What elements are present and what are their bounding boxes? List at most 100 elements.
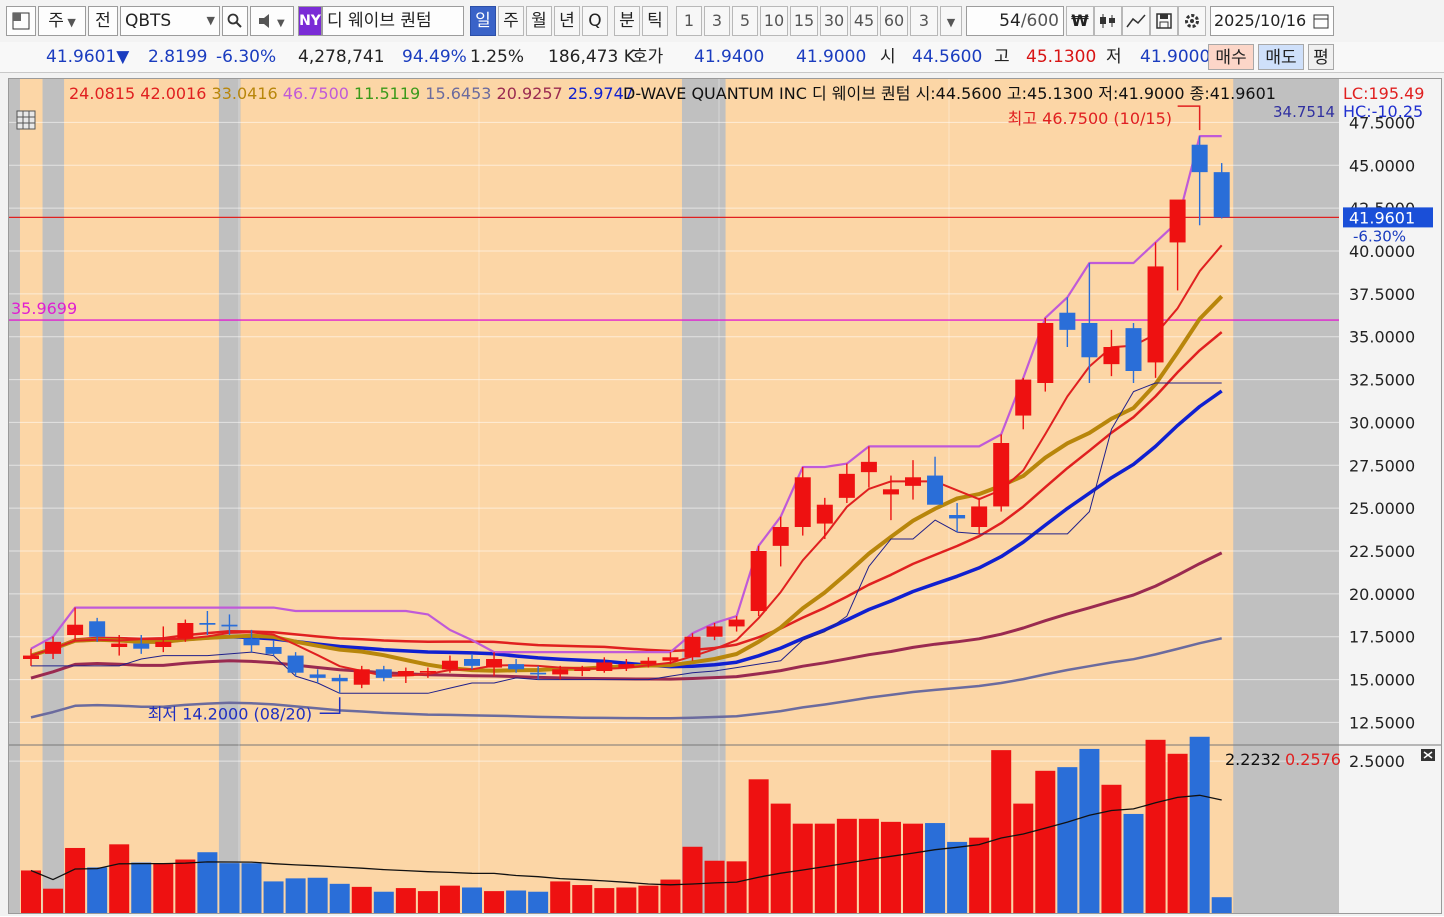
symbol-input[interactable]: QBTS ▼ xyxy=(120,6,220,36)
session-band xyxy=(483,79,506,913)
interval-5[interactable]: 5 xyxy=(732,6,758,36)
interval-60[interactable]: 60 xyxy=(880,6,908,36)
candle-body xyxy=(1191,144,1208,173)
candle-body xyxy=(486,659,503,668)
currency-icon[interactable]: ₩ xyxy=(1066,6,1094,36)
tab-yearly[interactable]: 년 xyxy=(554,6,580,36)
save-icon[interactable] xyxy=(1150,6,1178,36)
volume-bar xyxy=(153,863,174,913)
tab-monthly[interactable]: 월 xyxy=(526,6,552,36)
volume-bar xyxy=(65,847,86,913)
candle-body xyxy=(706,626,723,637)
volume-bar xyxy=(836,818,857,913)
evaluate-button[interactable]: 평 xyxy=(1308,44,1334,70)
session-band xyxy=(372,79,396,913)
date-value: 2025/10/16 xyxy=(1214,11,1307,30)
chart-title: D-WAVE QUANTUM INC 디 웨이브 퀀텀 시:44.5600 고:… xyxy=(623,84,1276,103)
y-tick-label: 12.5000 xyxy=(1349,713,1415,732)
interval-45[interactable]: 45 xyxy=(850,6,878,36)
interval-10[interactable]: 10 xyxy=(760,6,788,36)
stock-name-field[interactable]: 디 웨이브 퀀텀 xyxy=(322,6,464,36)
session-band xyxy=(394,79,418,913)
tab-tick[interactable]: 틱 xyxy=(642,6,668,36)
session-band xyxy=(637,79,660,913)
candle-body xyxy=(1037,323,1054,383)
volume-bar xyxy=(748,779,769,913)
change-percent: -6.30% xyxy=(216,47,277,67)
bid-price: 41.9400 xyxy=(694,47,765,67)
volume-bar xyxy=(351,886,372,913)
exchange-badge: NY xyxy=(298,6,322,36)
date-input[interactable]: 2025/10/16 xyxy=(1210,6,1334,36)
current-price: 41.9601▼ xyxy=(46,47,130,67)
ma-value: 46.7500 xyxy=(278,84,349,103)
y-tick-label: 15.0000 xyxy=(1349,671,1415,690)
y-tick-label: 30.0000 xyxy=(1349,413,1415,432)
session-band xyxy=(571,79,594,913)
candle-body xyxy=(882,489,899,495)
period-select[interactable]: 주 ▼ xyxy=(38,6,86,36)
y-tick-label: 35.0000 xyxy=(1349,328,1415,347)
candle-body xyxy=(640,660,657,665)
price-change: 2.8199 xyxy=(148,47,208,67)
y-tick-label: 45.0000 xyxy=(1349,156,1415,175)
y-tick-label: 22.5000 xyxy=(1349,542,1415,561)
volume-bar xyxy=(175,859,196,913)
interval-3[interactable]: 3 xyxy=(704,6,730,36)
count-input[interactable]: 54/600 xyxy=(966,6,1064,36)
session-band xyxy=(416,79,440,913)
layout-icon[interactable] xyxy=(6,6,36,36)
tab-weekly[interactable]: 주 xyxy=(498,6,524,36)
candle-body xyxy=(67,624,84,635)
candle-body xyxy=(1213,172,1230,218)
volume-bar xyxy=(263,881,284,913)
tab-daily[interactable]: 일 xyxy=(470,6,496,36)
volume-bar xyxy=(417,891,438,913)
low-label: 저 xyxy=(1106,47,1122,67)
trade-amount: 186,473 K xyxy=(548,47,635,67)
candle-body xyxy=(949,515,966,519)
chevron-down-icon: ▼ xyxy=(946,16,956,29)
session-band xyxy=(174,79,197,913)
chevron-down-icon: ▼ xyxy=(206,14,215,27)
interval-1[interactable]: 1 xyxy=(676,6,702,36)
candle-body xyxy=(265,647,282,654)
speaker-icon[interactable]: ▼ xyxy=(250,6,294,36)
session-band xyxy=(615,79,638,913)
candle-body xyxy=(574,669,591,671)
volume-bar xyxy=(395,888,416,913)
candle-body xyxy=(662,657,679,661)
volume-bar xyxy=(858,818,879,913)
volume-bar xyxy=(770,803,791,913)
prev-button[interactable]: 전 xyxy=(88,6,118,36)
volume-bar xyxy=(991,750,1012,913)
volume-value: 4,278,741 xyxy=(298,47,385,67)
gear-icon[interactable] xyxy=(1178,6,1206,36)
interval-15[interactable]: 15 xyxy=(790,6,818,36)
volume-bar xyxy=(1079,748,1100,913)
close-pane-icon[interactable] xyxy=(1421,749,1435,761)
sell-button[interactable]: 매도 xyxy=(1258,44,1304,70)
tab-minute[interactable]: 분 xyxy=(614,6,640,36)
bid-label: 호가 xyxy=(632,47,664,67)
volume-bar xyxy=(1013,803,1034,913)
ma-value: 42.0016 xyxy=(135,84,206,103)
interval-30[interactable]: 30 xyxy=(820,6,848,36)
interval-dropdown[interactable]: ▼ xyxy=(940,6,962,36)
interval-custom[interactable]: 3 xyxy=(910,6,938,36)
grid-toggle-icon[interactable] xyxy=(16,110,36,130)
candle-body xyxy=(1059,312,1076,330)
y-tick-label: 37.5000 xyxy=(1349,285,1415,304)
candle-body xyxy=(596,662,613,671)
ma-value: 11.5119 xyxy=(349,84,420,103)
line-tool-icon[interactable] xyxy=(1122,6,1150,36)
tab-quarter[interactable]: Q xyxy=(582,6,608,36)
candle-body xyxy=(993,443,1010,507)
ma-value: 24.0815 xyxy=(69,84,135,103)
volume-bar xyxy=(21,870,41,913)
search-icon[interactable] xyxy=(222,6,248,36)
buy-button[interactable]: 매수 xyxy=(1208,44,1254,70)
volume-bar xyxy=(880,821,901,913)
session-band xyxy=(527,79,550,913)
candle-settings-icon[interactable] xyxy=(1094,6,1122,36)
